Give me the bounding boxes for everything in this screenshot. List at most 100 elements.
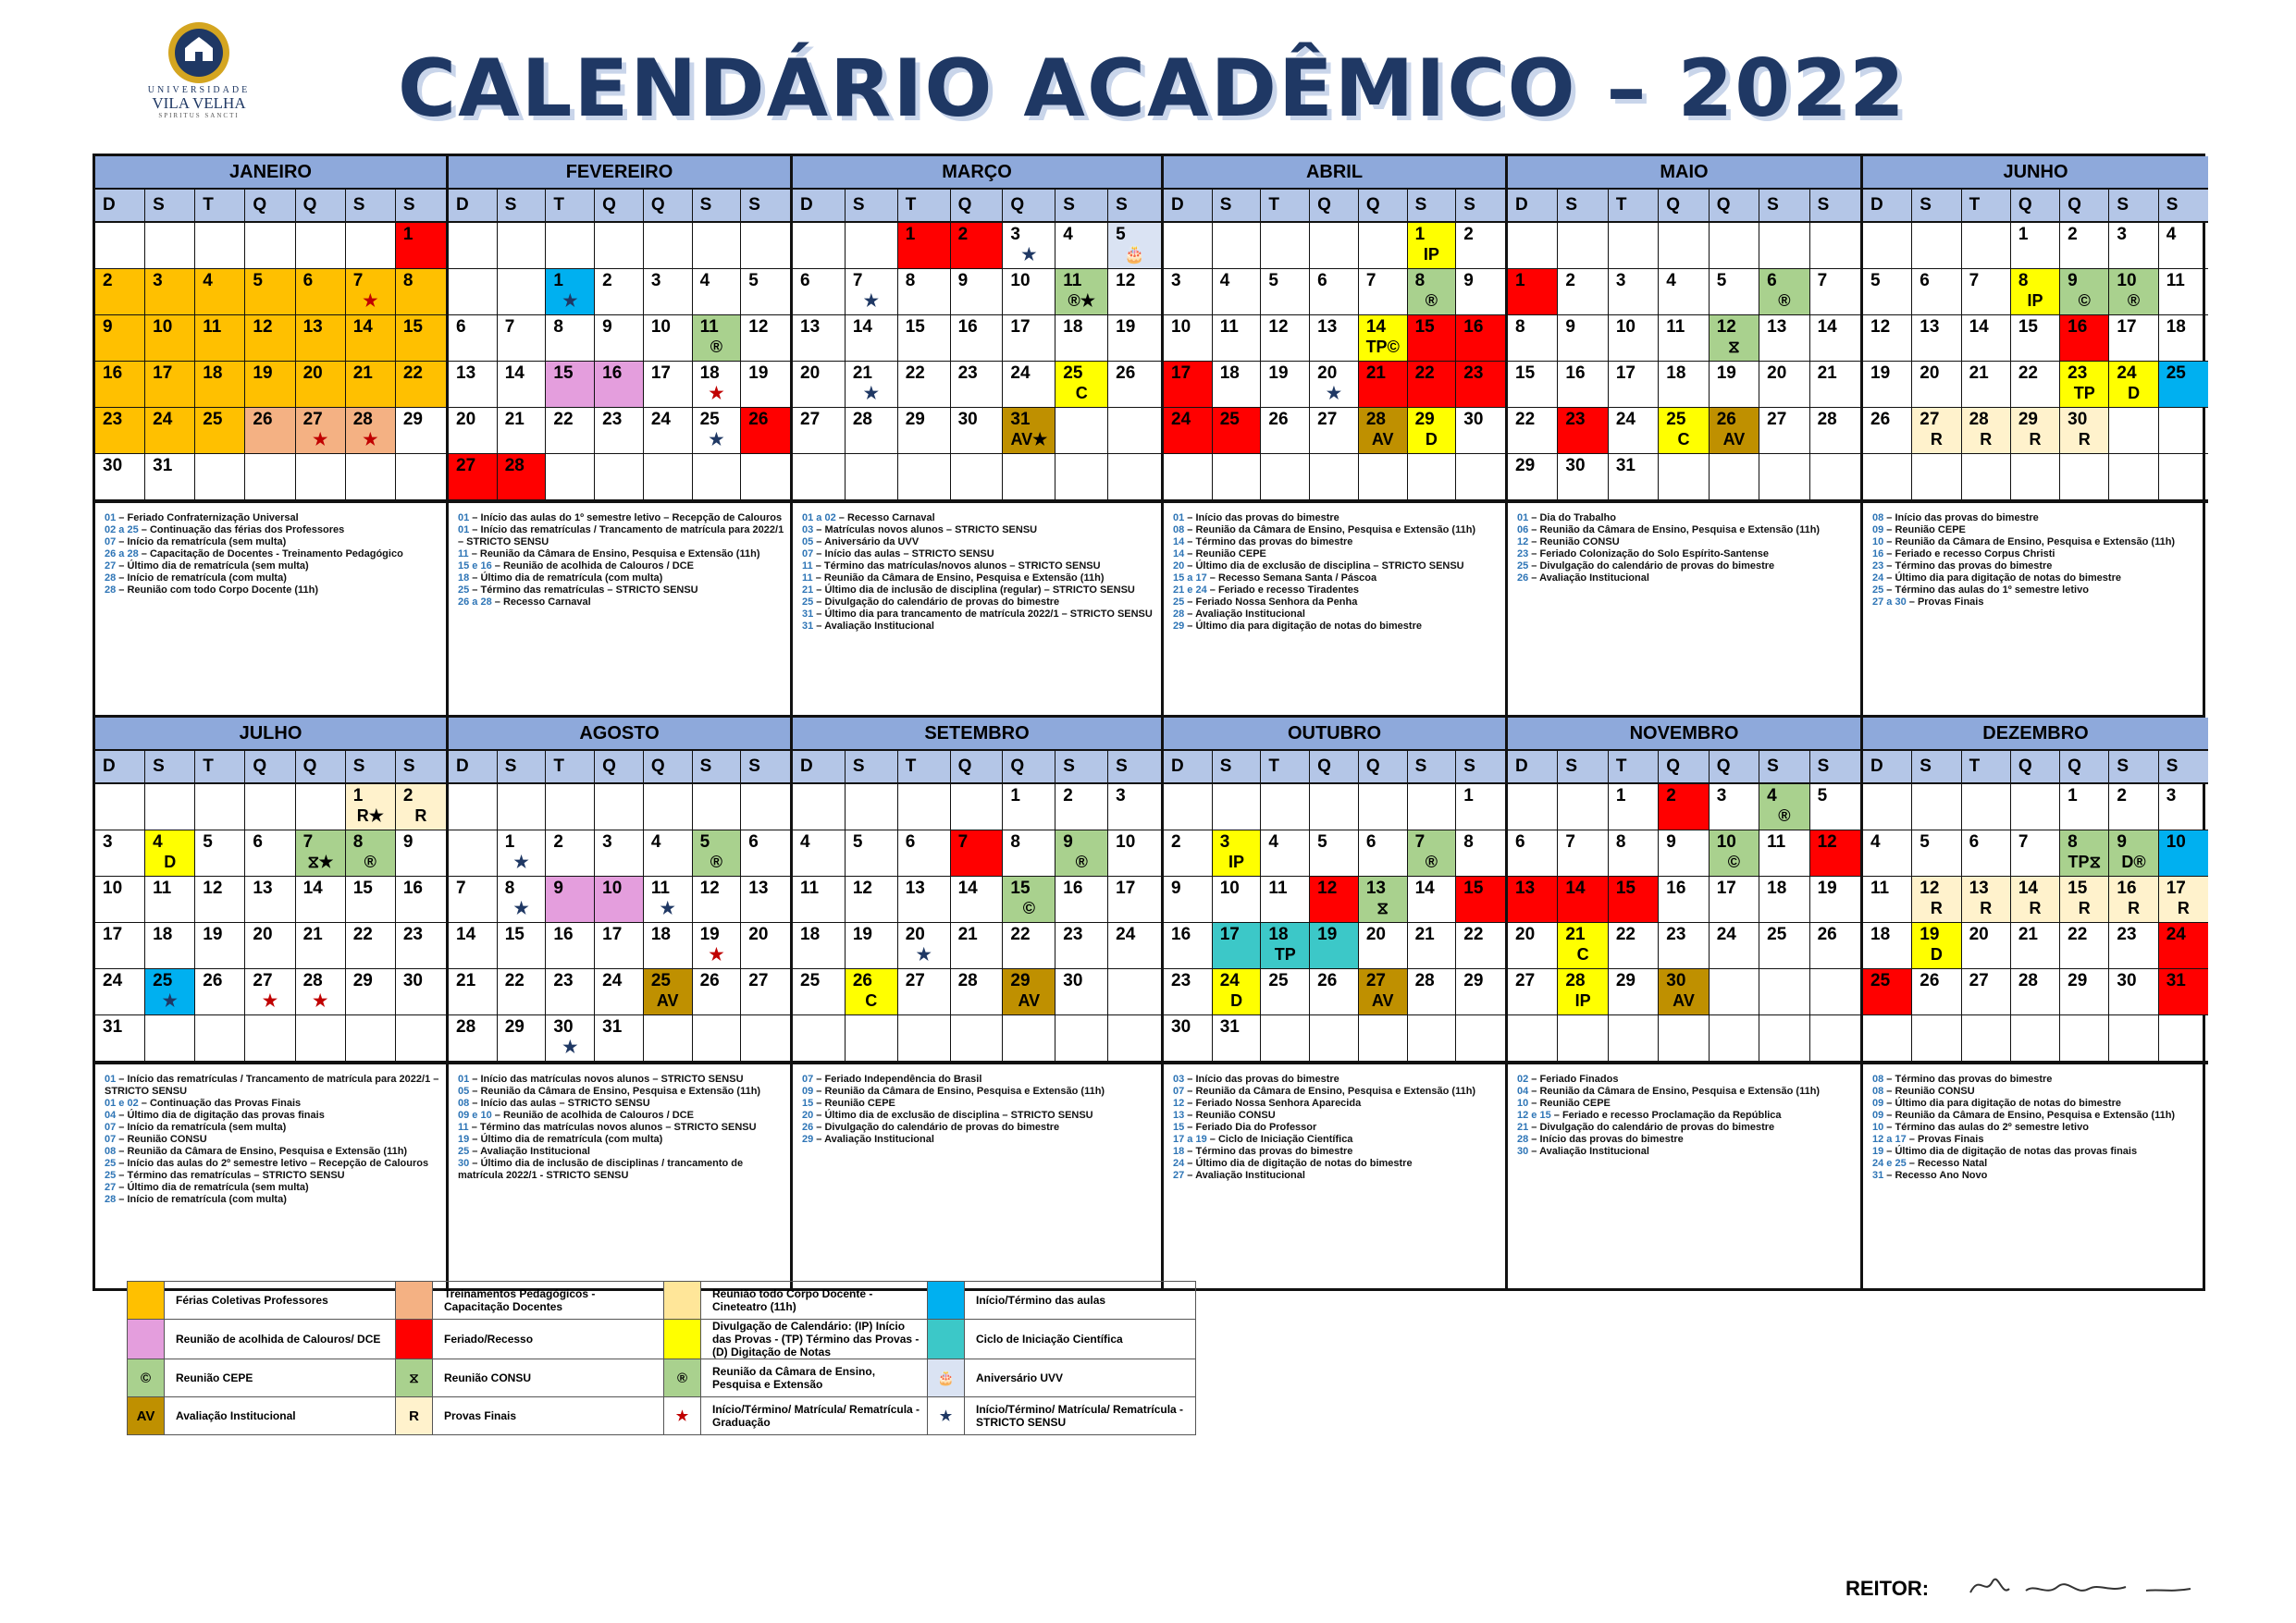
day-cell[interactable]: 12 ⧖	[1709, 315, 1760, 362]
day-cell[interactable]: 8	[1456, 830, 1505, 877]
day-cell[interactable]: 15	[1508, 362, 1559, 408]
day-cell[interactable]: 11	[1261, 877, 1311, 923]
day-cell[interactable]: 21	[1358, 362, 1408, 408]
day-cell[interactable]: 4	[1659, 269, 1710, 315]
day-cell[interactable]: 12	[741, 315, 790, 362]
day-cell[interactable]	[1407, 784, 1457, 830]
day-cell[interactable]	[1407, 1015, 1457, 1062]
day-cell[interactable]: 8	[546, 315, 596, 362]
day-cell[interactable]: 10	[2158, 830, 2208, 877]
day-cell[interactable]: 5 🎂	[1108, 223, 1161, 269]
day-cell[interactable]: 27 ★	[245, 969, 296, 1015]
day-cell[interactable]	[1709, 454, 1760, 500]
day-cell[interactable]: 30 AV	[1659, 969, 1710, 1015]
day-cell[interactable]	[145, 223, 196, 269]
day-cell[interactable]: 9 D®	[2109, 830, 2159, 877]
day-cell[interactable]: 14 R	[2010, 877, 2061, 923]
day-cell[interactable]: 24	[145, 408, 196, 454]
day-cell[interactable]: 13	[295, 315, 346, 362]
day-cell[interactable]	[2010, 454, 2061, 500]
day-cell[interactable]: 8	[1003, 830, 1056, 877]
day-cell[interactable]: 16	[395, 877, 446, 923]
day-cell[interactable]: 8 TP⧖	[2060, 830, 2110, 877]
day-cell[interactable]: 13	[1310, 315, 1359, 362]
day-cell[interactable]	[449, 830, 498, 877]
day-cell[interactable]: 26	[1809, 923, 1860, 969]
day-cell[interactable]: 9 ®	[1055, 830, 1109, 877]
day-cell[interactable]: 25 ★	[145, 969, 196, 1015]
day-cell[interactable]: 11	[1212, 315, 1262, 362]
day-cell[interactable]: 21	[950, 923, 1004, 969]
day-cell[interactable]	[1608, 223, 1660, 269]
day-cell[interactable]	[2109, 1015, 2159, 1062]
day-cell[interactable]: 23	[1659, 923, 1710, 969]
day-cell[interactable]: 1	[1456, 784, 1505, 830]
day-cell[interactable]: 17	[1164, 362, 1213, 408]
day-cell[interactable]: 22	[497, 969, 547, 1015]
day-cell[interactable]	[741, 784, 790, 830]
day-cell[interactable]: 1	[1608, 784, 1660, 830]
day-cell[interactable]: 5	[1863, 269, 1913, 315]
day-cell[interactable]	[643, 223, 693, 269]
day-cell[interactable]: 9	[1164, 877, 1213, 923]
day-cell[interactable]: 6 ®	[1759, 269, 1810, 315]
day-cell[interactable]	[95, 784, 146, 830]
day-cell[interactable]: 3	[2109, 223, 2159, 269]
day-cell[interactable]	[449, 223, 498, 269]
day-cell[interactable]: 5	[245, 269, 296, 315]
day-cell[interactable]: 24	[2158, 923, 2208, 969]
day-cell[interactable]: 10	[1212, 877, 1262, 923]
day-cell[interactable]	[546, 784, 596, 830]
day-cell[interactable]: 7	[1558, 830, 1609, 877]
day-cell[interactable]	[1108, 969, 1161, 1015]
day-cell[interactable]: 19	[1261, 362, 1311, 408]
day-cell[interactable]: 14	[497, 362, 547, 408]
day-cell[interactable]	[1809, 223, 1860, 269]
day-cell[interactable]	[1659, 1015, 1710, 1062]
day-cell[interactable]	[643, 454, 693, 500]
day-cell[interactable]	[195, 784, 246, 830]
day-cell[interactable]: 17 R	[2158, 877, 2208, 923]
day-cell[interactable]: 11	[1759, 830, 1810, 877]
day-cell[interactable]: 26	[1108, 362, 1161, 408]
day-cell[interactable]	[1961, 223, 2011, 269]
day-cell[interactable]: 13 ⧖	[1358, 877, 1408, 923]
day-cell[interactable]: 30	[95, 454, 146, 500]
day-cell[interactable]: 27	[741, 969, 790, 1015]
day-cell[interactable]	[1456, 454, 1505, 500]
day-cell[interactable]	[1164, 223, 1213, 269]
day-cell[interactable]	[1358, 454, 1408, 500]
day-cell[interactable]: 23	[1558, 408, 1609, 454]
day-cell[interactable]: 11	[1863, 877, 1913, 923]
day-cell[interactable]: 28 R	[1961, 408, 2011, 454]
day-cell[interactable]: 31	[595, 1015, 644, 1062]
day-cell[interactable]: 8 ★	[497, 877, 547, 923]
day-cell[interactable]: 24	[1709, 923, 1760, 969]
day-cell[interactable]: 16	[595, 362, 644, 408]
day-cell[interactable]: 8 IP	[2010, 269, 2061, 315]
day-cell[interactable]	[2109, 454, 2159, 500]
day-cell[interactable]: 10	[1108, 830, 1161, 877]
day-cell[interactable]	[1055, 408, 1109, 454]
day-cell[interactable]: 2	[1456, 223, 1505, 269]
day-cell[interactable]: 25	[195, 408, 246, 454]
day-cell[interactable]: 26	[1261, 408, 1311, 454]
day-cell[interactable]: 29 R	[2010, 408, 2061, 454]
day-cell[interactable]	[1608, 1015, 1660, 1062]
day-cell[interactable]: 1	[1508, 269, 1559, 315]
day-cell[interactable]: 22	[2010, 362, 2061, 408]
day-cell[interactable]: 14	[845, 315, 898, 362]
day-cell[interactable]: 20	[1508, 923, 1559, 969]
day-cell[interactable]: 15	[345, 877, 396, 923]
day-cell[interactable]: 17	[145, 362, 196, 408]
day-cell[interactable]: 2	[1659, 784, 1710, 830]
day-cell[interactable]: 3	[643, 269, 693, 315]
day-cell[interactable]	[1358, 223, 1408, 269]
day-cell[interactable]: 28	[497, 454, 547, 500]
day-cell[interactable]: 3	[1709, 784, 1760, 830]
day-cell[interactable]	[295, 784, 346, 830]
day-cell[interactable]: 28 ★	[345, 408, 396, 454]
day-cell[interactable]: 24 D	[2109, 362, 2159, 408]
day-cell[interactable]	[2060, 454, 2110, 500]
day-cell[interactable]	[845, 454, 898, 500]
